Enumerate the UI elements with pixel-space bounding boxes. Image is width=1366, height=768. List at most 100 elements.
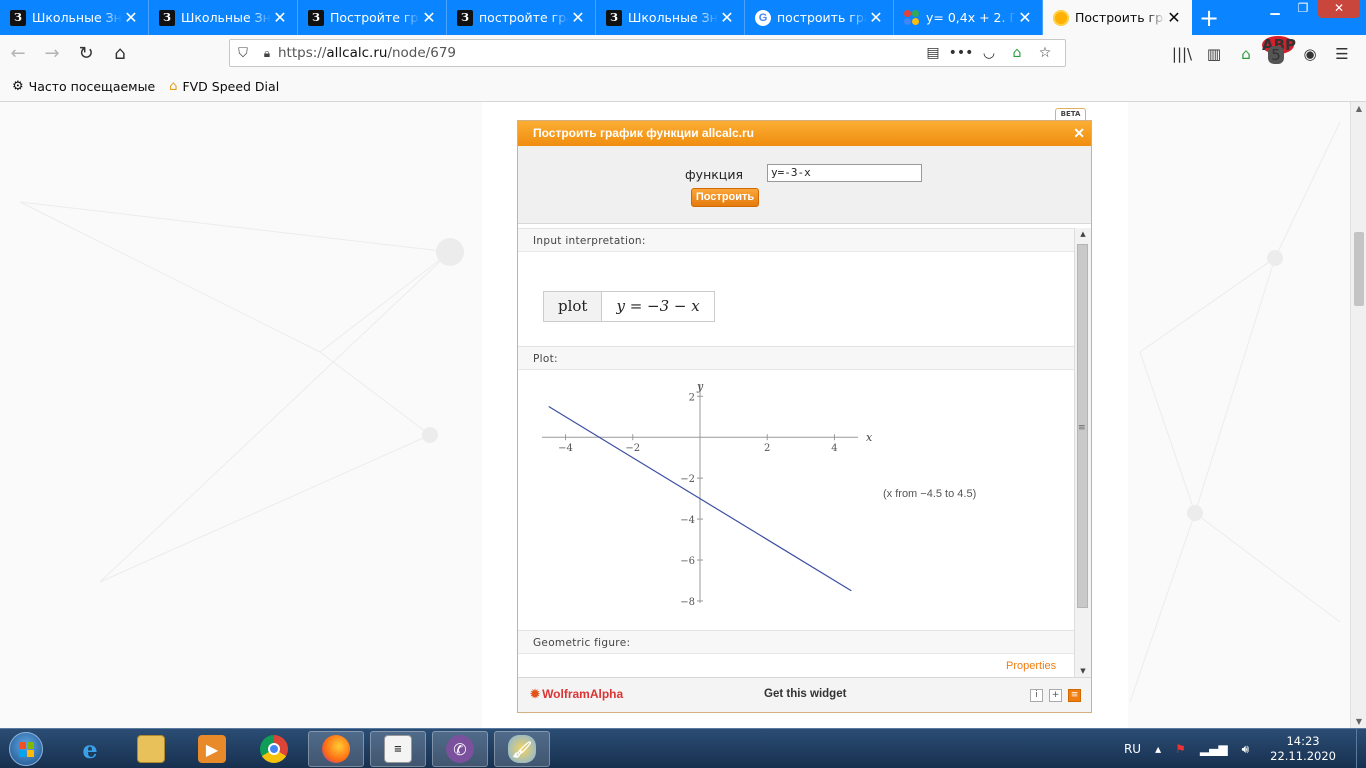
home-icon[interactable]: ⌂ (104, 39, 136, 69)
reload-icon[interactable]: ↻ (70, 39, 102, 69)
widget-scroll-up-icon[interactable]: ▲ (1075, 230, 1091, 238)
taskbar-media-player[interactable]: ▶ (184, 731, 240, 767)
close-tab-icon[interactable]: ✕ (1165, 8, 1183, 27)
x-tick-label: −4 (558, 443, 573, 454)
widget-menu-icon[interactable]: ≡ (1068, 689, 1081, 702)
widget-title: Построить график функции allcalc.ru (533, 126, 754, 140)
taskbar-viber[interactable]: ✆ (432, 731, 488, 767)
widget-close-icon[interactable]: ✕ (1073, 121, 1085, 146)
menu-hamburger-icon[interactable]: ☰ (1326, 45, 1358, 63)
pocket-icon[interactable]: ◡ (975, 45, 1003, 61)
tab-1[interactable]: З Школьные Знания ✕ (0, 0, 149, 35)
window-close-icon[interactable]: ✕ (1318, 0, 1360, 18)
bookmark-fvd-speed-dial[interactable]: ⌂ FVD Speed Dial (169, 79, 279, 94)
taskbar-firefox[interactable] (308, 731, 364, 767)
back-arrow-icon[interactable]: ← (2, 39, 34, 69)
page-scrollbar[interactable]: ▲ ▼ (1350, 102, 1366, 728)
tab-title: построить график (777, 10, 867, 25)
adblock-icon[interactable]: ABP5 (1262, 35, 1296, 72)
google-icon: G (755, 9, 771, 26)
page-actions-icon[interactable]: ••• (947, 45, 975, 61)
info-icon[interactable]: i (1030, 689, 1043, 702)
widget-scrollbar[interactable]: ▲ ≡ ▼ (1074, 228, 1091, 677)
taskbar-internet-explorer[interactable]: e (62, 731, 118, 767)
paint-icon: 🖌︎ (508, 735, 536, 763)
scroll-down-arrow-icon[interactable]: ▼ (1351, 717, 1366, 726)
properties-link[interactable]: Properties (1006, 660, 1056, 672)
volume-icon[interactable]: 🔊︎ (1242, 742, 1250, 757)
lock-icon[interactable]: 🔒︎ (256, 46, 278, 61)
tab-title: постройте график (479, 10, 569, 25)
allcalc-sun-icon (1053, 9, 1069, 26)
colorful-dots-icon (904, 9, 920, 26)
sidebar-icon[interactable]: ▥ (1198, 45, 1230, 63)
build-button[interactable]: Построить (691, 188, 759, 207)
close-tab-icon[interactable]: ✕ (1016, 8, 1034, 27)
plot-widget: Построить график функции allcalc.ru ✕ фу… (517, 120, 1092, 713)
reader-view-icon[interactable]: ▤ (919, 45, 947, 61)
close-tab-icon[interactable]: ✕ (569, 8, 587, 27)
close-tab-icon[interactable]: ✕ (271, 8, 289, 27)
library-icon[interactable]: |||\ (1166, 45, 1198, 63)
close-tab-icon[interactable]: ✕ (420, 8, 438, 27)
znanija-icon: З (457, 9, 473, 26)
viber-icon: ✆ (446, 735, 474, 763)
tray-expand-icon[interactable]: ▴ (1155, 742, 1161, 756)
fvd-home-icon[interactable]: ⌂ (1003, 45, 1031, 61)
widget-scroll-down-icon[interactable]: ▼ (1075, 667, 1091, 675)
y-tick-label: −4 (680, 515, 695, 526)
widget-results: Input interpretation: plot y = −3 − x Pl… (518, 228, 1091, 677)
widget-header: Построить график функции allcalc.ru ✕ (518, 121, 1091, 146)
wolframalpha-logo[interactable]: ✹ WolframAlpha (530, 687, 623, 701)
minimize-icon[interactable]: ▁ (1262, 0, 1288, 18)
addon-badge: 5 (1268, 45, 1284, 64)
taskbar-paint[interactable]: 🖌︎ (494, 731, 550, 767)
get-widget-link[interactable]: Get this widget (764, 688, 846, 700)
bookmark-star-icon[interactable]: ☆ (1031, 45, 1059, 61)
url-bar[interactable]: ⛉ 🔒︎ https://allcalc.ru/node/679 ▤ ••• ◡… (229, 39, 1066, 67)
media-player-icon: ▶ (198, 735, 226, 763)
action-center-icon[interactable]: ⚑ (1175, 742, 1186, 756)
scroll-up-arrow-icon[interactable]: ▲ (1351, 104, 1366, 113)
taskbar-notepad[interactable]: ≡ (370, 731, 426, 767)
tab-6[interactable]: G построить график ✕ (745, 0, 894, 35)
gear-icon: ⚙ (12, 79, 24, 94)
close-tab-icon[interactable]: ✕ (718, 8, 736, 27)
close-tab-icon[interactable]: ✕ (122, 8, 140, 27)
restore-icon[interactable]: ❐ (1290, 0, 1316, 18)
new-tab-button[interactable]: + (1192, 0, 1226, 35)
tab-2[interactable]: З Школьные Знания ✕ (149, 0, 298, 35)
language-indicator[interactable]: RU (1124, 742, 1141, 756)
tab-4[interactable]: З постройте график ✕ (447, 0, 596, 35)
tab-7[interactable]: y= 0,4x + 2. Пост ✕ (894, 0, 1043, 35)
wolfram-spikey-icon: ✹ (530, 687, 541, 701)
fvd-addon-icon[interactable]: ⌂ (1230, 45, 1262, 63)
firefox-icon (322, 735, 350, 763)
window-controls: ▁ ❐ ✕ (1260, 0, 1360, 18)
znanija-icon: З (308, 9, 324, 26)
close-tab-icon[interactable]: ✕ (867, 8, 885, 27)
tab-title: y= 0,4x + 2. Пост (926, 10, 1016, 25)
account-icon[interactable]: ◉ (1294, 45, 1326, 63)
tab-8-active[interactable]: Построить граф ✕ (1043, 0, 1192, 35)
add-icon[interactable]: + (1049, 689, 1062, 702)
taskbar-explorer[interactable] (123, 731, 179, 767)
beta-label: BETA (1055, 108, 1086, 120)
bookmark-most-visited[interactable]: ⚙ Часто посещаемые (12, 79, 155, 94)
forward-arrow-icon[interactable]: → (36, 39, 68, 69)
taskbar-chrome[interactable] (246, 731, 302, 767)
show-desktop-button[interactable] (1356, 729, 1366, 768)
znanija-icon: З (10, 9, 26, 26)
page-scrollbar-thumb[interactable] (1354, 232, 1364, 306)
function-input[interactable]: y=-3-x (767, 164, 922, 182)
tab-3[interactable]: З Постройте график ✕ (298, 0, 447, 35)
plot-pod-title: Plot: (518, 346, 1074, 370)
tracking-shield-icon[interactable]: ⛉ (230, 46, 256, 61)
tab-5[interactable]: З Школьные Знания ✕ (596, 0, 745, 35)
clock[interactable]: 14:23 22.11.2020 (1270, 734, 1336, 764)
network-signal-icon[interactable]: ▂▄▆ (1200, 742, 1228, 756)
start-button[interactable] (4, 729, 48, 768)
x-tick-label: 4 (831, 443, 837, 454)
url-text[interactable]: https://allcalc.ru/node/679 (278, 45, 919, 61)
y-axis-label: y (696, 380, 704, 393)
